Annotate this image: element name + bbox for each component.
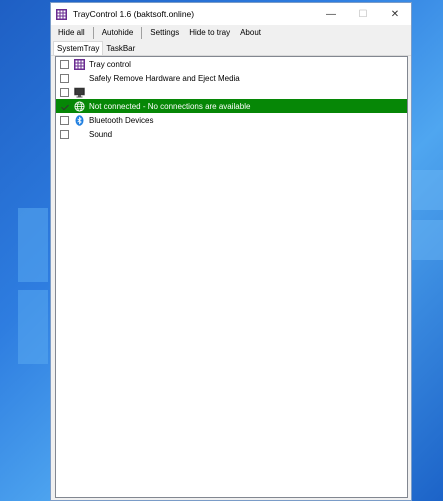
tray-item-label: Not connected - No connections are avail… bbox=[89, 101, 251, 111]
menu-separator bbox=[141, 27, 143, 39]
tray-item-checkbox[interactable] bbox=[60, 102, 69, 111]
tray-item-label: Tray control bbox=[89, 59, 131, 69]
menu-hide-to-tray[interactable]: Hide to tray bbox=[184, 25, 235, 41]
desktop-wallpaper-pane bbox=[18, 290, 48, 364]
desktop-wallpaper-pane bbox=[410, 170, 443, 210]
menu-autohide[interactable]: Autohide bbox=[97, 25, 139, 41]
window-controls: — ☐ ✕ bbox=[315, 3, 411, 25]
desktop-wallpaper-pane bbox=[410, 220, 443, 260]
menu-settings[interactable]: Settings bbox=[145, 25, 184, 41]
network-globe-icon bbox=[74, 100, 85, 112]
title-bar[interactable]: TrayControl 1.6 (baktsoft.online) — ☐ ✕ bbox=[51, 3, 411, 25]
tray-item-checkbox[interactable] bbox=[60, 59, 69, 69]
tray-item-checkbox[interactable] bbox=[60, 73, 69, 83]
desktop-wallpaper-pane bbox=[18, 208, 48, 282]
monitor-icon bbox=[74, 87, 85, 98]
tab-taskbar[interactable]: TaskBar bbox=[103, 43, 138, 55]
tab-systemtray[interactable]: SystemTray bbox=[53, 41, 104, 55]
menu-bar: Hide all Autohide Settings Hide to tray … bbox=[51, 25, 411, 41]
menu-hide-all[interactable]: Hide all bbox=[53, 25, 90, 41]
maximize-button[interactable]: ☐ bbox=[347, 3, 379, 25]
window-title: TrayControl 1.6 (baktsoft.online) bbox=[73, 9, 195, 19]
tray-item-label: Bluetooth Devices bbox=[89, 115, 154, 125]
tray-item-label: Sound bbox=[89, 129, 113, 139]
traycontrol-window: TrayControl 1.6 (baktsoft.online) — ☐ ✕ … bbox=[50, 2, 412, 501]
traycontrol-app-icon bbox=[56, 8, 67, 20]
tab-bar: SystemTray TaskBar bbox=[51, 41, 411, 56]
bluetooth-icon bbox=[74, 114, 85, 126]
close-button[interactable]: ✕ bbox=[379, 3, 411, 25]
tray-item-row[interactable]: Sound bbox=[56, 127, 407, 141]
tray-item-checkbox[interactable] bbox=[60, 115, 69, 125]
tray-items-list[interactable]: Tray control Safely Remove Hardware and … bbox=[55, 56, 408, 498]
minimize-button[interactable]: — bbox=[315, 3, 347, 25]
menu-about[interactable]: About bbox=[235, 25, 266, 41]
tray-item-checkbox[interactable] bbox=[60, 87, 69, 97]
tray-control-icon bbox=[74, 58, 85, 70]
tray-item-row[interactable] bbox=[56, 85, 407, 99]
tray-item-label: Safely Remove Hardware and Eject Media bbox=[89, 73, 240, 83]
tray-item-checkbox[interactable] bbox=[60, 129, 69, 139]
tray-item-row[interactable]: Bluetooth Devices bbox=[56, 113, 407, 127]
tray-item-row[interactable]: Safely Remove Hardware and Eject Media bbox=[56, 71, 407, 85]
menu-separator bbox=[92, 27, 94, 39]
tray-item-row[interactable]: Tray control bbox=[56, 57, 407, 71]
tray-item-row-selected[interactable]: Not connected - No connections are avail… bbox=[56, 99, 407, 113]
